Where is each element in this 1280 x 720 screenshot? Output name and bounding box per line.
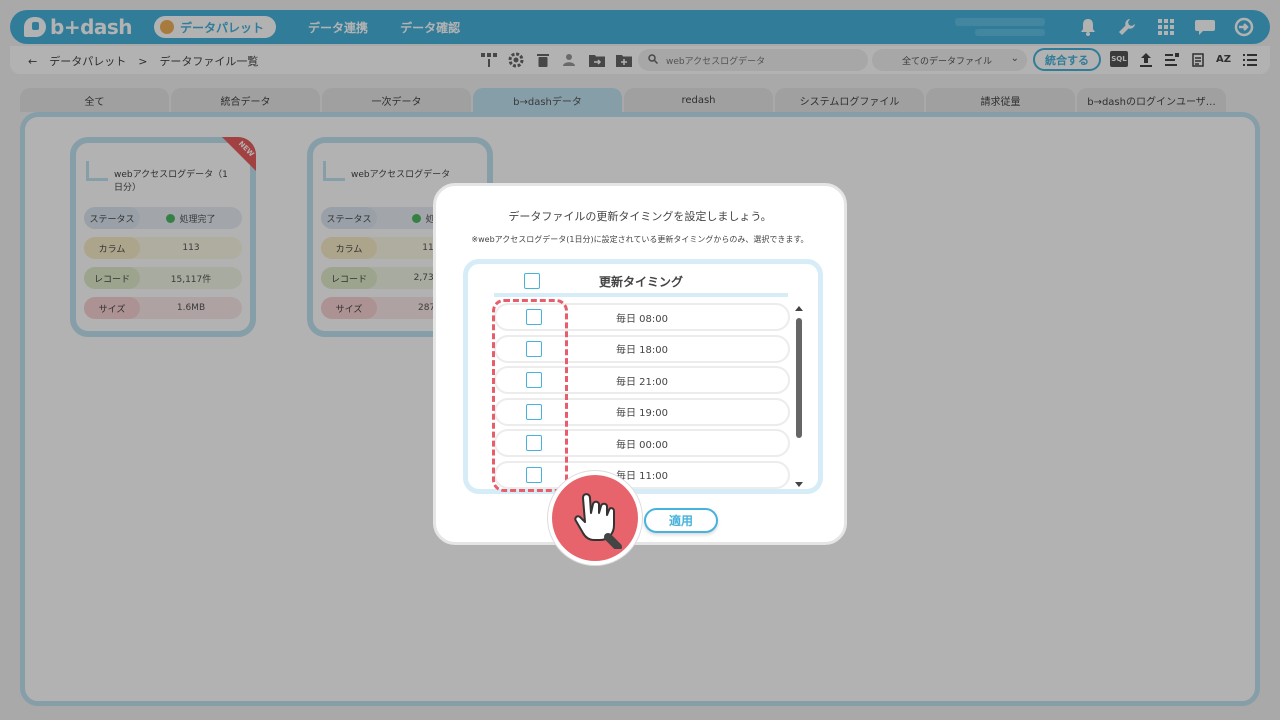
pointing-hand-icon <box>548 471 642 565</box>
modal-title: データファイルの更新タイミングを設定しましょう。 <box>508 210 772 223</box>
select-all-checkbox[interactable] <box>524 273 540 289</box>
update-timing-modal: データファイルの更新タイミングを設定しましょう。 ※webアクセスログデータ(1… <box>433 183 847 545</box>
apply-button[interactable]: 適用 <box>644 508 718 533</box>
scroll-down-icon[interactable] <box>795 482 803 487</box>
scroll-up-icon[interactable] <box>795 306 803 311</box>
modal-note: ※webアクセスログデータ(1日分)に設定されている更新タイミングからのみ、選択… <box>471 235 809 244</box>
scroll-thumb[interactable] <box>796 318 802 438</box>
list-scrollbar[interactable] <box>792 302 806 487</box>
checkbox-highlight-outline <box>492 299 568 492</box>
timing-list-header: 更新タイミング <box>494 269 788 297</box>
